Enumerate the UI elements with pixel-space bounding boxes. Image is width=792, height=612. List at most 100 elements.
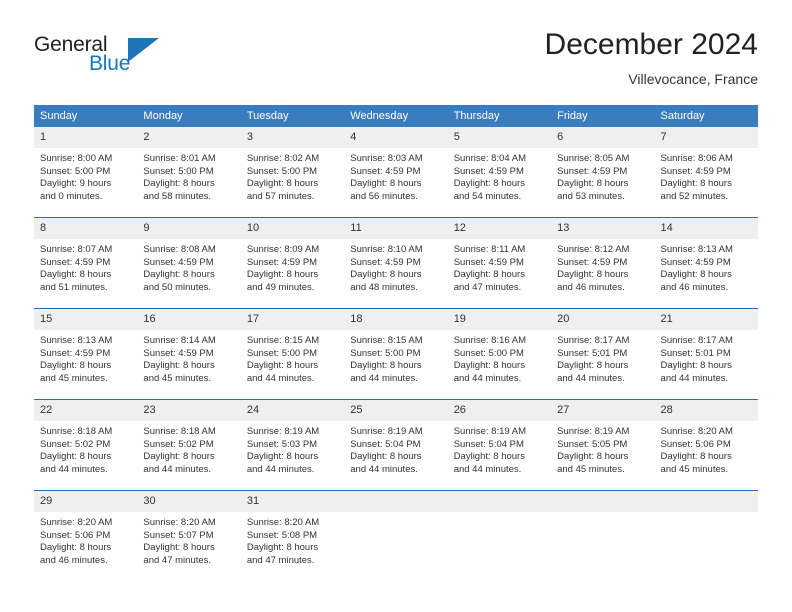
day-cell-content: 17 Sunrise: 8:15 AM Sunset: 5:00 PM Dayligh… <box>240 309 345 399</box>
day-cell-content: 29 Sunrise: 8:20 AM Sunset: 5:06 PM Dayligh… <box>34 491 138 581</box>
calendar-day-cell[interactable]: 25 Sunrise: 8:19 AM Sunset: 5:04 PM Dayligh… <box>344 399 448 491</box>
day-number: 19 <box>447 309 552 330</box>
daylight-duration-line2: and 52 minutes. <box>660 190 729 202</box>
day-number: 22 <box>34 400 138 421</box>
day-sun-info: Sunrise: 8:00 AM Sunset: 5:00 PM Daylight:… <box>34 148 137 203</box>
day-number: 27 <box>551 400 655 421</box>
weekday-header-wednesday: Wednesday <box>344 105 448 127</box>
calendar-day-cell[interactable]: 9 Sunrise: 8:08 AM Sunset: 4:59 PM Daylight… <box>137 217 241 309</box>
logo-triangle-icon <box>128 38 159 62</box>
day-sun-info: Sunrise: 8:14 AM Sunset: 4:59 PM Daylight:… <box>137 330 240 385</box>
calendar-day-cell[interactable]: 14 Sunrise: 8:13 AM Sunset: 4:59 PM Dayligh… <box>654 217 758 309</box>
calendar-day-cell[interactable]: 11 Sunrise: 8:10 AM Sunset: 4:59 PM Dayligh… <box>344 217 448 309</box>
calendar-day-cell[interactable]: 8 Sunrise: 8:07 AM Sunset: 4:59 PM Daylight… <box>34 217 138 309</box>
day-cell-content: 23 Sunrise: 8:18 AM Sunset: 5:02 PM Dayligh… <box>137 400 241 490</box>
daylight-duration-line2: and 0 minutes. <box>40 190 103 202</box>
title-block: December 2024 Villevocance, France <box>545 27 758 88</box>
calendar-day-cell[interactable]: 1 Sunrise: 8:00 AM Sunset: 5:00 PM Daylight… <box>34 127 138 218</box>
daylight-duration-line2: and 44 minutes. <box>40 463 108 475</box>
sunset-time: Sunset: 4:59 PM <box>557 256 628 268</box>
day-number: 30 <box>137 491 241 512</box>
calendar-day-cell[interactable]: 2 Sunrise: 8:01 AM Sunset: 5:00 PM Daylight… <box>137 127 241 218</box>
sunrise-time: Sunrise: 8:12 AM <box>557 244 630 255</box>
daylight-duration-line2: and 50 minutes. <box>143 281 212 293</box>
day-cell-content: 10 Sunrise: 8:09 AM Sunset: 4:59 PM Dayligh… <box>240 218 345 308</box>
day-cell-content: 2 Sunrise: 8:01 AM Sunset: 5:00 PM Daylight… <box>137 127 241 217</box>
day-sun-info: Sunrise: 8:06 AM Sunset: 4:59 PM Daylight:… <box>655 148 758 203</box>
day-number: 25 <box>344 400 448 421</box>
day-cell-content: 11 Sunrise: 8:10 AM Sunset: 4:59 PM Dayligh… <box>344 218 448 308</box>
general-blue-logo[interactable]: General Blue <box>34 33 224 83</box>
sunrise-time: Sunrise: 8:20 AM <box>40 517 113 528</box>
sunset-time: Sunset: 5:00 PM <box>143 165 214 177</box>
calendar-day-cell[interactable]: 28 Sunrise: 8:20 AM Sunset: 5:06 PM Dayligh… <box>654 399 758 491</box>
calendar-day-cell[interactable]: 10 Sunrise: 8:09 AM Sunset: 4:59 PM Dayligh… <box>240 217 345 309</box>
sunrise-time: Sunrise: 8:11 AM <box>453 244 526 255</box>
sunrise-time: Sunrise: 8:03 AM <box>350 153 423 164</box>
daylight-duration-line1: Daylight: 8 hours <box>246 451 319 463</box>
calendar-day-cell[interactable]: 4 Sunrise: 8:03 AM Sunset: 4:59 PM Daylight… <box>344 127 448 218</box>
daylight-duration-line1: Daylight: 8 hours <box>246 360 319 372</box>
day-number <box>344 491 448 512</box>
day-sun-info: Sunrise: 8:15 AM Sunset: 5:00 PM Daylight:… <box>344 330 447 385</box>
calendar-day-cell[interactable]: 29 Sunrise: 8:20 AM Sunset: 5:06 PM Dayligh… <box>34 490 138 581</box>
calendar-day-cell[interactable]: 24 Sunrise: 8:19 AM Sunset: 5:03 PM Dayligh… <box>240 399 345 491</box>
calendar-header-row: Sunday Monday Tuesday Wednesday Thursday… <box>34 105 758 127</box>
daylight-duration-line1: Daylight: 8 hours <box>453 451 525 463</box>
daylight-duration-line2: and 44 minutes. <box>143 463 212 475</box>
weekday-header-thursday: Thursday <box>447 105 552 127</box>
weekday-header-saturday: Saturday <box>654 105 758 127</box>
calendar-day-cell[interactable]: 21 Sunrise: 8:17 AM Sunset: 5:01 PM Dayligh… <box>654 308 758 400</box>
calendar-week-row: 29 Sunrise: 8:20 AM Sunset: 5:06 PM Dayligh… <box>34 490 758 581</box>
calendar-day-cell[interactable]: 16 Sunrise: 8:14 AM Sunset: 4:59 PM Dayligh… <box>137 308 241 400</box>
day-cell-content: 26 Sunrise: 8:19 AM Sunset: 5:04 PM Dayligh… <box>447 400 552 490</box>
day-number: 13 <box>551 218 655 239</box>
calendar-day-cell[interactable]: 20 Sunrise: 8:17 AM Sunset: 5:01 PM Dayligh… <box>551 308 655 400</box>
daylight-duration-line1: Daylight: 8 hours <box>143 451 215 463</box>
day-sun-info: Sunrise: 8:02 AM Sunset: 5:00 PM Daylight:… <box>241 148 344 203</box>
calendar-day-cell[interactable]: 6 Sunrise: 8:05 AM Sunset: 4:59 PM Daylight… <box>551 127 655 218</box>
daylight-duration-line1: Daylight: 8 hours <box>660 269 732 281</box>
calendar-day-cell[interactable]: 17 Sunrise: 8:15 AM Sunset: 5:00 PM Dayligh… <box>240 308 345 400</box>
calendar-day-cell[interactable]: 22 Sunrise: 8:18 AM Sunset: 5:02 PM Dayligh… <box>34 399 138 491</box>
calendar-day-cell <box>447 490 552 581</box>
calendar-day-cell[interactable]: 23 Sunrise: 8:18 AM Sunset: 5:02 PM Dayligh… <box>137 399 241 491</box>
daylight-duration-line2: and 44 minutes. <box>246 372 315 384</box>
day-sun-info <box>344 512 447 517</box>
daylight-duration-line2: and 44 minutes. <box>660 372 729 384</box>
day-cell-content: 3 Sunrise: 8:02 AM Sunset: 5:00 PM Daylight… <box>240 127 345 217</box>
calendar-day-cell[interactable]: 3 Sunrise: 8:02 AM Sunset: 5:00 PM Daylight… <box>240 127 345 218</box>
day-cell-content: 20 Sunrise: 8:17 AM Sunset: 5:01 PM Dayligh… <box>551 309 655 399</box>
sunset-time: Sunset: 5:08 PM <box>246 529 318 541</box>
calendar-day-cell[interactable]: 31 Sunrise: 8:20 AM Sunset: 5:08 PM Dayligh… <box>240 490 345 581</box>
calendar-day-cell[interactable]: 30 Sunrise: 8:20 AM Sunset: 5:07 PM Dayligh… <box>137 490 241 581</box>
day-number: 23 <box>137 400 241 421</box>
day-sun-info: Sunrise: 8:20 AM Sunset: 5:07 PM Daylight:… <box>137 512 240 567</box>
calendar-day-cell[interactable]: 26 Sunrise: 8:19 AM Sunset: 5:04 PM Dayligh… <box>447 399 552 491</box>
calendar-day-cell[interactable]: 12 Sunrise: 8:11 AM Sunset: 4:59 PM Dayligh… <box>447 217 552 309</box>
day-cell-content: 18 Sunrise: 8:15 AM Sunset: 5:00 PM Dayligh… <box>344 309 448 399</box>
daylight-duration-line1: Daylight: 8 hours <box>660 178 732 190</box>
daylight-duration-line2: and 48 minutes. <box>350 281 418 293</box>
calendar-day-cell[interactable]: 19 Sunrise: 8:16 AM Sunset: 5:00 PM Dayligh… <box>447 308 552 400</box>
calendar-page: General Blue December 2024 Villevocance,… <box>0 0 792 612</box>
day-sun-info: Sunrise: 8:17 AM Sunset: 5:01 PM Daylight:… <box>551 330 654 385</box>
calendar-day-cell[interactable]: 15 Sunrise: 8:13 AM Sunset: 4:59 PM Dayligh… <box>34 308 138 400</box>
day-cell-content: 16 Sunrise: 8:14 AM Sunset: 4:59 PM Dayligh… <box>137 309 241 399</box>
calendar-day-cell[interactable]: 27 Sunrise: 8:19 AM Sunset: 5:05 PM Dayligh… <box>551 399 655 491</box>
calendar-day-cell[interactable]: 13 Sunrise: 8:12 AM Sunset: 4:59 PM Dayligh… <box>551 217 655 309</box>
daylight-duration-line1: Daylight: 8 hours <box>660 360 732 372</box>
sunset-time: Sunset: 5:05 PM <box>557 438 628 450</box>
calendar-day-cell[interactable]: 7 Sunrise: 8:06 AM Sunset: 4:59 PM Daylight… <box>654 127 758 218</box>
sunset-time: Sunset: 4:59 PM <box>350 256 421 268</box>
day-cell-content <box>344 491 448 581</box>
logo-text-blue: Blue <box>89 52 131 75</box>
day-sun-info: Sunrise: 8:05 AM Sunset: 4:59 PM Daylight:… <box>551 148 654 203</box>
calendar-day-cell[interactable]: 18 Sunrise: 8:15 AM Sunset: 5:00 PM Dayligh… <box>344 308 448 400</box>
sunset-time: Sunset: 4:59 PM <box>246 256 318 268</box>
calendar-day-cell[interactable]: 5 Sunrise: 8:04 AM Sunset: 4:59 PM Daylight… <box>447 127 552 218</box>
sunrise-time: Sunrise: 8:19 AM <box>246 426 320 437</box>
daylight-duration-line1: Daylight: 8 hours <box>350 269 422 281</box>
daylight-duration-line2: and 57 minutes. <box>246 190 315 202</box>
day-number <box>447 491 552 512</box>
